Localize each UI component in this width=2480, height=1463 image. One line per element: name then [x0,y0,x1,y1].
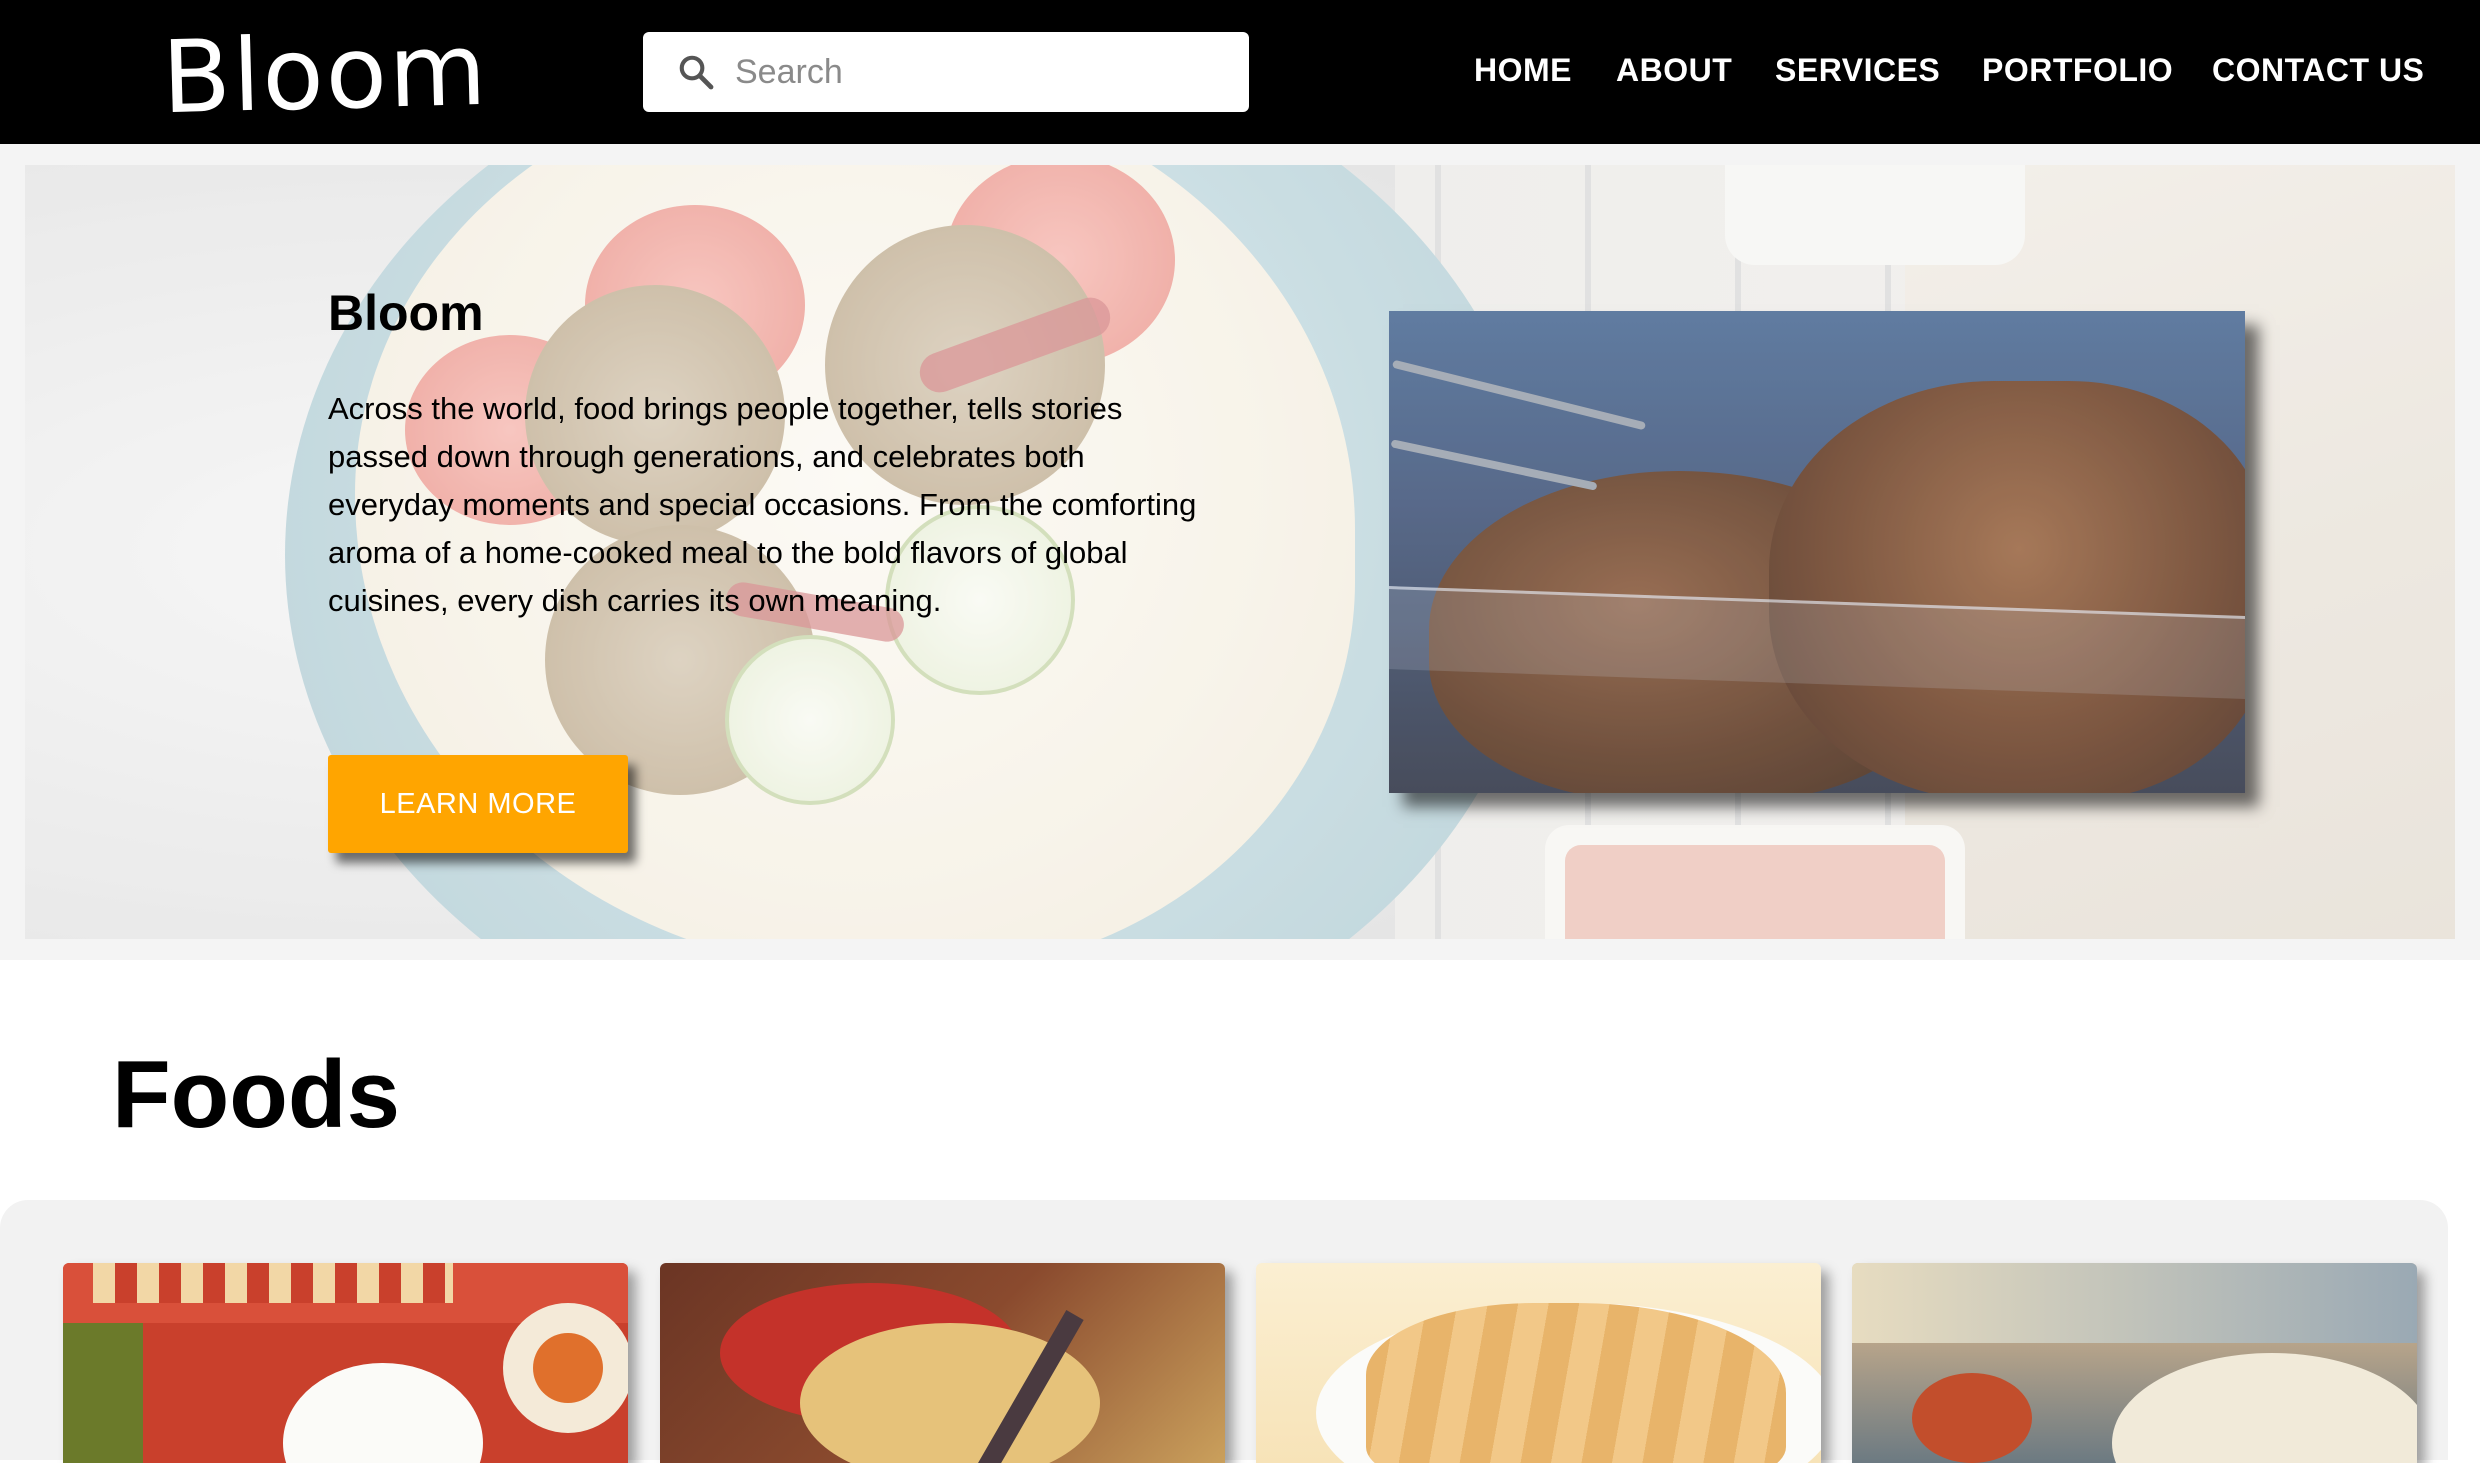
food-card-image [533,1333,603,1403]
food-card-image [63,1323,143,1463]
hero-section: Bloom Across the world, food brings peop… [0,144,2480,960]
site-logo[interactable]: Bloom [161,11,490,136]
nav-contact-us[interactable]: CONTACT US [2212,46,2424,94]
hero-banner: Bloom Across the world, food brings peop… [25,165,2455,939]
nav-about[interactable]: ABOUT [1616,46,1732,94]
food-card[interactable] [1852,1263,2417,1463]
nav-portfolio[interactable]: PORTFOLIO [1982,46,2173,94]
nav-services[interactable]: SERVICES [1775,46,1940,94]
foods-heading: Foods [112,1041,400,1148]
search-icon [679,55,714,90]
food-card-image [2112,1353,2417,1463]
food-card[interactable] [1256,1263,1821,1463]
food-card-image [93,1263,453,1303]
search-box[interactable] [643,32,1249,112]
food-card-image [1852,1263,2417,1343]
top-navbar: Bloom HOME ABOUT SERVICES PORTFOLIO CONT… [0,0,2480,144]
learn-more-button[interactable]: LEARN MORE [328,755,628,853]
food-card-image [1912,1373,2032,1463]
video-overlay [1389,311,2245,793]
hero-title: Bloom [328,285,484,341]
hero-description: Across the world, food brings people tog… [328,391,1197,618]
search-input[interactable] [735,32,1225,112]
nav-home[interactable]: HOME [1474,46,1572,94]
food-card[interactable] [660,1263,1225,1463]
food-card[interactable] [63,1263,628,1463]
food-card-image [283,1363,483,1463]
hero-video[interactable] [1389,311,2245,793]
